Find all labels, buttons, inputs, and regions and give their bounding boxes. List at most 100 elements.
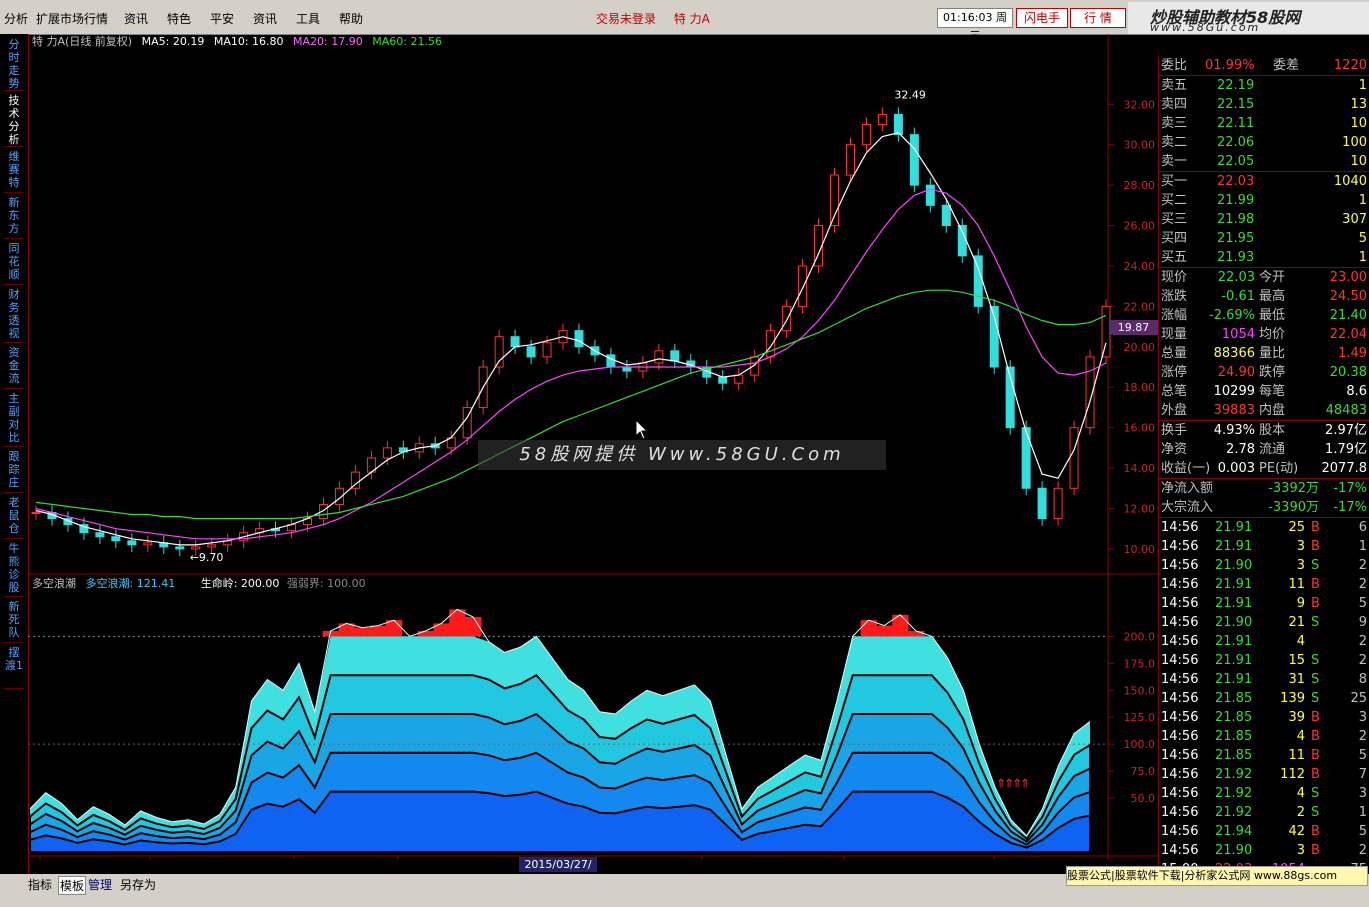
- candle-body: [1021, 427, 1031, 489]
- stat-row: 总量 88366 量比 1.49: [1159, 344, 1369, 363]
- indicator-tick-label: 175.0: [1124, 657, 1156, 670]
- side-tab-weisaite[interactable]: 维赛特: [4, 150, 24, 193]
- stat-row: 涨幅 -2.69% 最低 21.40: [1159, 306, 1369, 325]
- menu-ext-market[interactable]: 扩展市场行情: [36, 10, 108, 27]
- tick-row: 14:56 21.85 11 B 5: [1159, 746, 1369, 765]
- main-chart-header: 特 力A(日线 前复权) MA5: 20.19 MA10: 16.80 MA20…: [32, 33, 442, 49]
- candle-body: [957, 225, 967, 257]
- side-tab-track[interactable]: 跟踪庄: [4, 450, 24, 493]
- candle-body: [1053, 487, 1063, 520]
- side-tab-technical[interactable]: 技术分析: [4, 94, 24, 147]
- menu-tools[interactable]: 工具: [296, 10, 320, 27]
- current-price-tag: 19.87: [1109, 320, 1158, 335]
- candle-body: [31, 512, 41, 515]
- tab-save-as[interactable]: 另存为: [120, 876, 156, 893]
- tick-row: 14:56 21.91 3 B 1: [1159, 537, 1369, 556]
- tab-manage[interactable]: 管理: [88, 876, 112, 893]
- candle-body: [1069, 427, 1079, 489]
- tick-row: 14:56 21.91 31 S 8: [1159, 670, 1369, 689]
- indicator-tick-label: 150.0: [1124, 684, 1156, 697]
- side-tab-finance[interactable]: 财务透视: [4, 288, 24, 343]
- menu-bar: 分析 扩展市场行情 资讯 特色 平安 资讯 工具 帮助 交易未登录 特 力A 0…: [0, 0, 1369, 42]
- ma-line-ma5: [35, 131, 1107, 546]
- candle-body: [909, 134, 919, 186]
- tick-row: 14:56 21.90 21 S 9: [1159, 613, 1369, 632]
- tick-count: 2: [1358, 729, 1367, 744]
- stat-value: 24.50: [1329, 289, 1367, 304]
- fund-value: 1.79亿: [1325, 442, 1367, 457]
- indicator-tick-label: 125.0: [1124, 711, 1156, 724]
- side-tab-compare[interactable]: 主副对比: [4, 392, 24, 447]
- tick-count: 8: [1358, 672, 1367, 687]
- fund-value: 2077.8: [1321, 461, 1368, 476]
- buy-volume: 5: [1358, 231, 1367, 246]
- tick-count: 2: [1358, 843, 1367, 858]
- sell-row: 卖四 22.15 13: [1159, 95, 1369, 114]
- promo-banner[interactable]: 股票公式|股票软件下载|分析家公式网 www.88gs.com: [1066, 866, 1368, 886]
- stat-row: 涨跌 -0.61 最高 24.50: [1159, 287, 1369, 306]
- tick-count: 25: [1350, 691, 1367, 706]
- chart-title: 特 力A(日线 前复权): [32, 35, 133, 48]
- boundary-value: 强弱界: 100.00: [286, 577, 366, 590]
- quote-button[interactable]: 行 情: [1070, 8, 1126, 28]
- buy-volume: 1: [1358, 193, 1367, 208]
- side-tab-fundflow[interactable]: 资金流: [4, 346, 24, 389]
- buy-volume: 1: [1358, 250, 1367, 265]
- flow-pct: -17%: [1333, 481, 1367, 496]
- tick-count: 9: [1358, 615, 1367, 630]
- tick-row: 14:56 21.85 139 S 25: [1159, 689, 1369, 708]
- login-status: 交易未登录 特 力A: [596, 10, 710, 27]
- ma20-label: MA20: 17.90: [293, 35, 363, 48]
- buy-volume: 307: [1342, 212, 1367, 227]
- menu-feature[interactable]: 特色: [167, 10, 191, 27]
- menu-help[interactable]: 帮助: [339, 10, 363, 27]
- overbought-cap: [433, 623, 450, 637]
- candle-body: [798, 265, 808, 307]
- sell-row: 卖一 22.05 10: [1159, 152, 1369, 171]
- side-tab-tonghuashun[interactable]: 同花顺: [4, 242, 24, 285]
- candle-body: [718, 376, 728, 384]
- menu-analysis[interactable]: 分析: [4, 10, 28, 27]
- side-tab-xindongfang[interactable]: 新东方: [4, 196, 24, 239]
- side-tab-mouse[interactable]: 老鼠仓: [4, 496, 24, 539]
- overbought-cap: [449, 609, 466, 637]
- tick-count: 1: [1358, 805, 1367, 820]
- indicator-name: 多空浪潮: [32, 577, 76, 590]
- indicator-value: 多空浪潮: 121.41: [85, 577, 176, 590]
- sell-row: 卖五 22.19 1: [1159, 76, 1369, 95]
- buy-row: 买一 22.03 1040: [1159, 172, 1369, 191]
- candle-body: [941, 204, 951, 227]
- indicator-tick-label: 75.0: [1131, 765, 1156, 778]
- menu-news[interactable]: 资讯: [253, 10, 277, 27]
- overbought-cap: [370, 625, 387, 637]
- x-tick-label: 2014年: [30, 859, 69, 860]
- date-cursor: 2015/03/27/五: [519, 857, 597, 886]
- stat-row: 涨停 24.90 跌停 20.38: [1159, 363, 1369, 382]
- fund-row: 收益(一) 0.003 PE(动) 2077.8: [1159, 459, 1369, 478]
- stat-value: 20.38: [1329, 365, 1367, 380]
- price-tick-label: 28.00: [1124, 179, 1156, 192]
- candle-body: [191, 546, 201, 550]
- side-tab-squad[interactable]: 新死队: [4, 600, 24, 643]
- flash-trade-button[interactable]: 闪电手: [1016, 8, 1068, 28]
- overbought-cap: [354, 627, 371, 637]
- buy-arrow-icon: ⇑: [1020, 776, 1030, 790]
- tick-row: 14:56 21.92 4 S 3: [1159, 784, 1369, 803]
- side-tab-diagnose[interactable]: 牛熊诊股: [4, 542, 24, 597]
- menu-pingan[interactable]: 平安: [210, 10, 234, 27]
- tick-count: 2: [1358, 558, 1367, 573]
- candle-body: [510, 336, 520, 348]
- side-tab-ferry[interactable]: 摆渡1: [4, 646, 24, 689]
- flow-row: 大宗流入 -3390万 -17%: [1159, 498, 1369, 517]
- tab-indicator[interactable]: 指标: [28, 876, 52, 893]
- overbought-cap: [908, 630, 925, 637]
- side-tab-intraday[interactable]: 分时走势: [4, 38, 24, 91]
- sell-volume: 10: [1350, 116, 1367, 131]
- ma5-label: MA5: 20.19: [141, 35, 205, 48]
- tab-template[interactable]: 模板: [58, 876, 87, 895]
- ma60-label: MA60: 21.56: [372, 35, 442, 48]
- tick-count: 7: [1358, 767, 1367, 782]
- price-tick-label: 22.00: [1124, 300, 1156, 313]
- menu-info[interactable]: 资讯: [124, 10, 148, 27]
- tick-row: 14:56 21.85 39 B 3: [1159, 708, 1369, 727]
